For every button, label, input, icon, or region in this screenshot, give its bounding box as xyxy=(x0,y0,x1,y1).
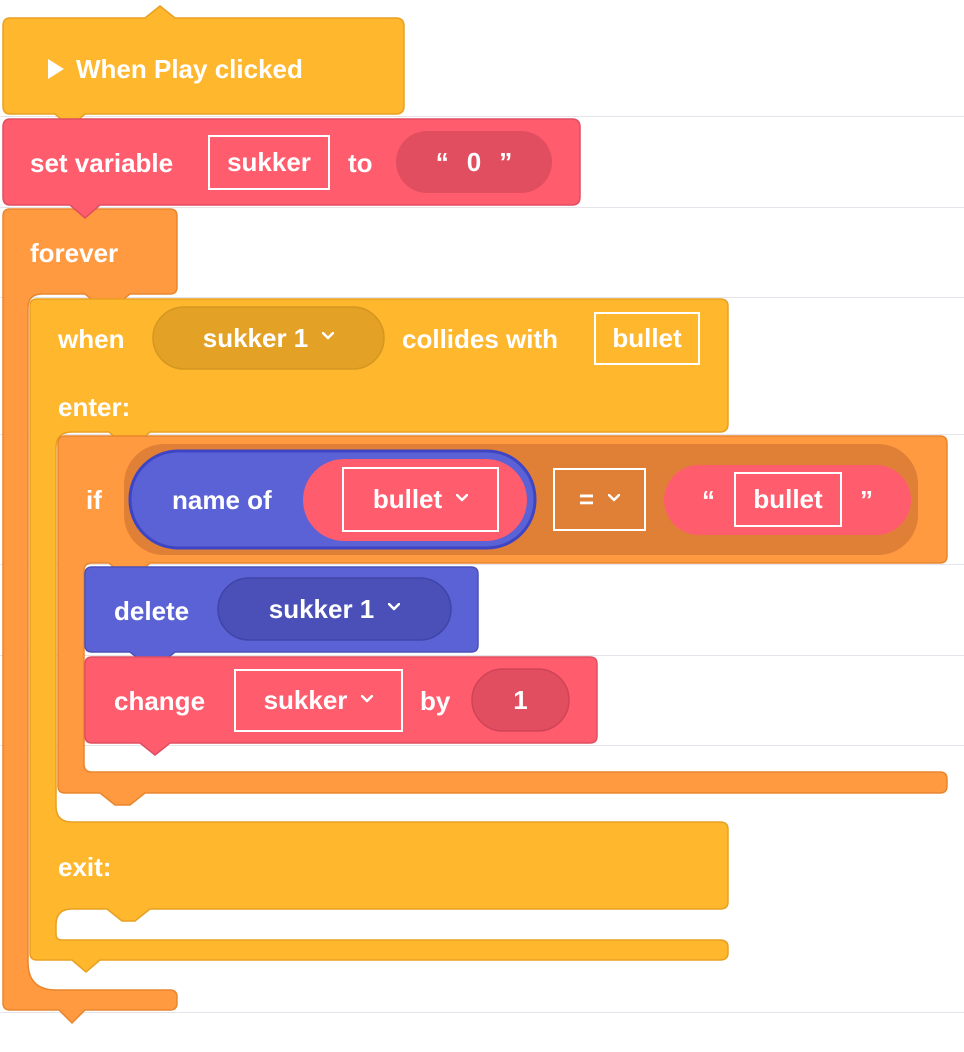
event-label[interactable]: When Play clicked xyxy=(48,54,303,84)
forever-label: forever xyxy=(30,238,119,268)
variable-name-field[interactable]: sukker xyxy=(208,135,330,190)
compare-value-field[interactable]: bullet xyxy=(734,472,842,527)
chevron-down-icon xyxy=(388,603,401,611)
quote-close: ” xyxy=(860,485,873,515)
delete-label: delete xyxy=(114,596,190,626)
set-value-input[interactable]: “ 0 ” xyxy=(396,131,552,193)
chevron-down-icon xyxy=(322,332,335,340)
sprite-dropdown[interactable]: sukker 1 xyxy=(153,307,384,369)
change-amount-input[interactable]: 1 xyxy=(472,669,569,731)
chevron-down-icon xyxy=(456,493,469,501)
change-variable-dropdown[interactable]: sukker xyxy=(234,669,403,732)
operator-dropdown[interactable]: = xyxy=(553,468,646,531)
change-label: change xyxy=(114,686,206,716)
exit-label: exit: xyxy=(58,852,112,882)
to-label: to xyxy=(348,148,373,178)
delete-sprite-dropdown[interactable]: sukker 1 xyxy=(218,578,451,640)
collides-with-label: collides with xyxy=(402,324,559,354)
by-label: by xyxy=(420,686,451,716)
chevron-down-icon xyxy=(608,493,621,501)
collision-target-field[interactable]: bullet xyxy=(594,312,700,365)
chevron-down-icon xyxy=(361,694,374,702)
name-of-label: name of xyxy=(172,485,272,515)
quote-open: “ xyxy=(702,485,715,515)
enter-label: enter: xyxy=(58,392,131,422)
name-of-dropdown[interactable]: bullet xyxy=(342,467,499,532)
if-label: if xyxy=(86,485,102,515)
when-label: when xyxy=(58,324,125,354)
play-icon xyxy=(48,59,64,79)
set-variable-label: set variable xyxy=(30,148,174,178)
